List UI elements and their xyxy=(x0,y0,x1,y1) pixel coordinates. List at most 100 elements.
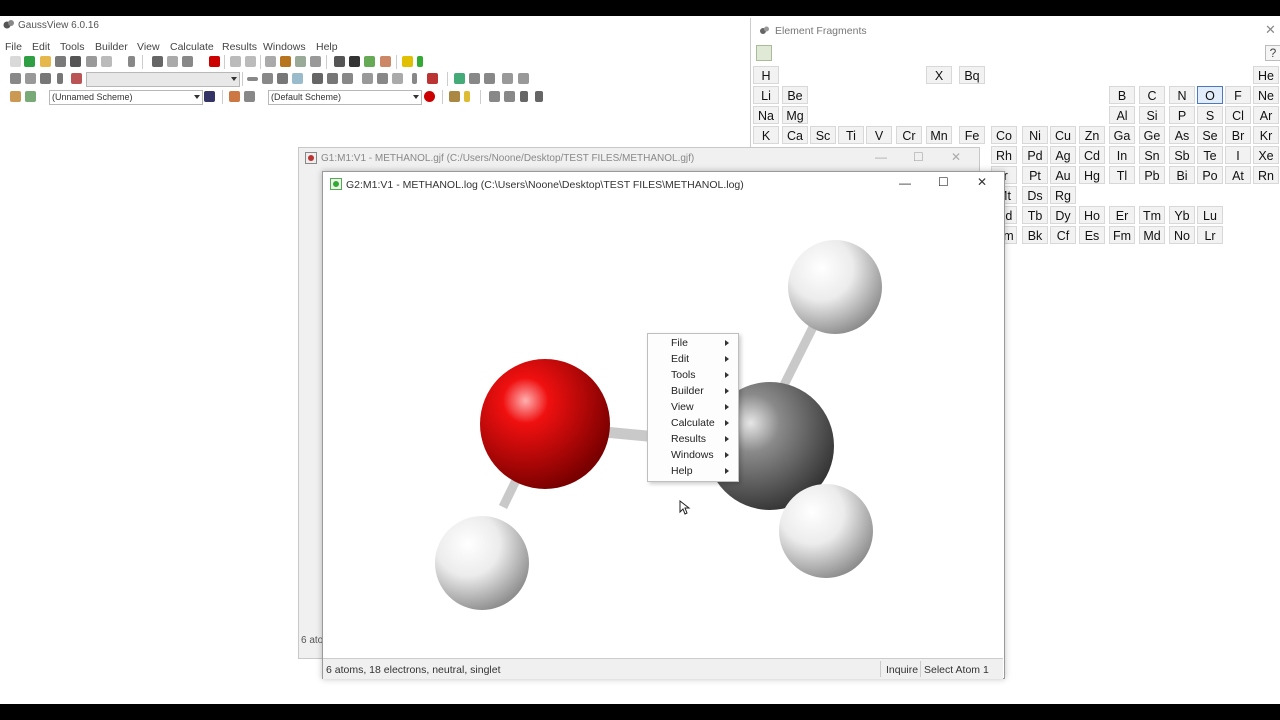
print-icon[interactable] xyxy=(70,56,81,67)
export-icon[interactable] xyxy=(101,56,112,67)
tool2-icon[interactable] xyxy=(310,56,321,67)
menu-file[interactable]: File xyxy=(5,41,22,53)
layers-icon[interactable] xyxy=(380,56,391,67)
paste-icon[interactable] xyxy=(182,56,193,67)
filter-icon[interactable] xyxy=(342,73,353,84)
element-mg[interactable]: Mg xyxy=(782,106,808,124)
undo-icon[interactable] xyxy=(230,56,241,67)
symmetry-icon[interactable] xyxy=(292,73,303,84)
element-ga[interactable]: Ga xyxy=(1109,126,1135,144)
element-hg[interactable]: Hg xyxy=(1079,166,1105,184)
element-as[interactable]: As xyxy=(1169,126,1195,144)
element-rn[interactable]: Rn xyxy=(1253,166,1279,184)
element-he[interactable]: He xyxy=(1253,66,1279,84)
element-co[interactable]: Co xyxy=(991,126,1017,144)
context-menu-help[interactable]: Help xyxy=(648,463,738,479)
nav-icon[interactable] xyxy=(454,73,465,84)
clear-icon[interactable] xyxy=(392,73,403,84)
element-ds[interactable]: Ds xyxy=(1022,186,1048,204)
element-x[interactable]: X xyxy=(926,66,952,84)
element-ne[interactable]: Ne xyxy=(1253,86,1279,104)
element-fm[interactable]: Fm xyxy=(1109,226,1135,244)
context-menu-tools[interactable]: Tools xyxy=(648,367,738,383)
molecule-icon[interactable] xyxy=(427,73,438,84)
menu-results[interactable]: Results xyxy=(222,41,257,53)
fit-icon[interactable] xyxy=(40,73,51,84)
element-pd[interactable]: Pd xyxy=(1022,146,1048,164)
view-icon[interactable] xyxy=(10,73,21,84)
builder-icon[interactable] xyxy=(265,56,276,67)
element-zn[interactable]: Zn xyxy=(1079,126,1105,144)
element-cu[interactable]: Cu xyxy=(1050,126,1076,144)
element-bi[interactable]: Bi xyxy=(1169,166,1195,184)
scheme-color-icon[interactable] xyxy=(424,91,435,102)
add-icon[interactable] xyxy=(24,56,35,67)
wand-icon[interactable] xyxy=(364,56,375,67)
g2-minimize-icon[interactable]: — xyxy=(899,176,911,190)
oxygen-atom[interactable] xyxy=(480,359,610,489)
angle-icon[interactable] xyxy=(262,73,273,84)
element-dy[interactable]: Dy xyxy=(1050,206,1076,224)
element-cr[interactable]: Cr xyxy=(896,126,922,144)
element-sn[interactable]: Sn xyxy=(1139,146,1165,164)
element-pb[interactable]: Pb xyxy=(1139,166,1165,184)
g1-minimize-icon[interactable]: — xyxy=(875,150,887,164)
copy-icon[interactable] xyxy=(167,56,178,67)
new-doc-icon[interactable] xyxy=(10,56,21,67)
rotate-icon[interactable] xyxy=(25,73,36,84)
tilde-icon[interactable] xyxy=(412,73,417,84)
element-er[interactable]: Er xyxy=(1109,206,1135,224)
element-mn[interactable]: Mn xyxy=(926,126,952,144)
menu-edit[interactable]: Edit xyxy=(32,41,50,53)
element-na[interactable]: Na xyxy=(753,106,779,124)
window-icon[interactable] xyxy=(502,73,513,84)
element-bq[interactable]: Bq xyxy=(959,66,985,84)
up-arrow-icon[interactable] xyxy=(417,56,423,67)
g2-close-icon[interactable]: ✕ xyxy=(977,175,987,189)
element-ca[interactable]: Ca xyxy=(782,126,808,144)
tile-icon[interactable] xyxy=(504,91,515,102)
element-au[interactable]: Au xyxy=(1050,166,1076,184)
element-po[interactable]: Po xyxy=(1197,166,1223,184)
open-folder-icon[interactable] xyxy=(40,56,51,67)
camera-icon[interactable] xyxy=(86,56,97,67)
element-ge[interactable]: Ge xyxy=(1139,126,1165,144)
element-f[interactable]: F xyxy=(1225,86,1251,104)
expand-icon[interactable] xyxy=(469,73,480,84)
element-br[interactable]: Br xyxy=(1225,126,1251,144)
element-cl[interactable]: Cl xyxy=(1225,106,1251,124)
element-tl[interactable]: Tl xyxy=(1109,166,1135,184)
element-ti[interactable]: Ti xyxy=(838,126,864,144)
context-menu-file[interactable]: File xyxy=(648,335,738,351)
element-ho[interactable]: Ho xyxy=(1079,206,1105,224)
menu-view[interactable]: View xyxy=(137,41,160,53)
context-menu-calculate[interactable]: Calculate xyxy=(648,415,738,431)
element-ar[interactable]: Ar xyxy=(1253,106,1279,124)
element-be[interactable]: Be xyxy=(782,86,808,104)
brush-icon[interactable] xyxy=(280,56,291,67)
link-icon[interactable] xyxy=(327,73,338,84)
grid-icon[interactable] xyxy=(484,73,495,84)
prev-icon[interactable] xyxy=(520,91,528,102)
menu-calculate[interactable]: Calculate xyxy=(170,41,214,53)
menu-help[interactable]: Help xyxy=(316,41,338,53)
element-cf[interactable]: Cf xyxy=(1050,226,1076,244)
menu-tools[interactable]: Tools xyxy=(60,41,85,53)
element-se[interactable]: Se xyxy=(1197,126,1223,144)
context-menu-view[interactable]: View xyxy=(648,399,738,415)
menu-builder[interactable]: Builder xyxy=(95,41,128,53)
element-fe[interactable]: Fe xyxy=(959,126,985,144)
tag-icon[interactable] xyxy=(402,56,413,67)
atoms-icon[interactable] xyxy=(362,73,373,84)
element-p[interactable]: P xyxy=(1169,106,1195,124)
report-icon[interactable] xyxy=(349,56,360,67)
element-v[interactable]: V xyxy=(866,126,892,144)
hydrogen-atom-2[interactable] xyxy=(788,240,882,334)
element-sb[interactable]: Sb xyxy=(1169,146,1195,164)
element-lu[interactable]: Lu xyxy=(1197,206,1223,224)
element-tb[interactable]: Tb xyxy=(1022,206,1048,224)
split-icon[interactable] xyxy=(57,73,63,84)
cascade-icon[interactable] xyxy=(489,91,500,102)
element-cd[interactable]: Cd xyxy=(1079,146,1105,164)
dihedral-icon[interactable] xyxy=(277,73,288,84)
